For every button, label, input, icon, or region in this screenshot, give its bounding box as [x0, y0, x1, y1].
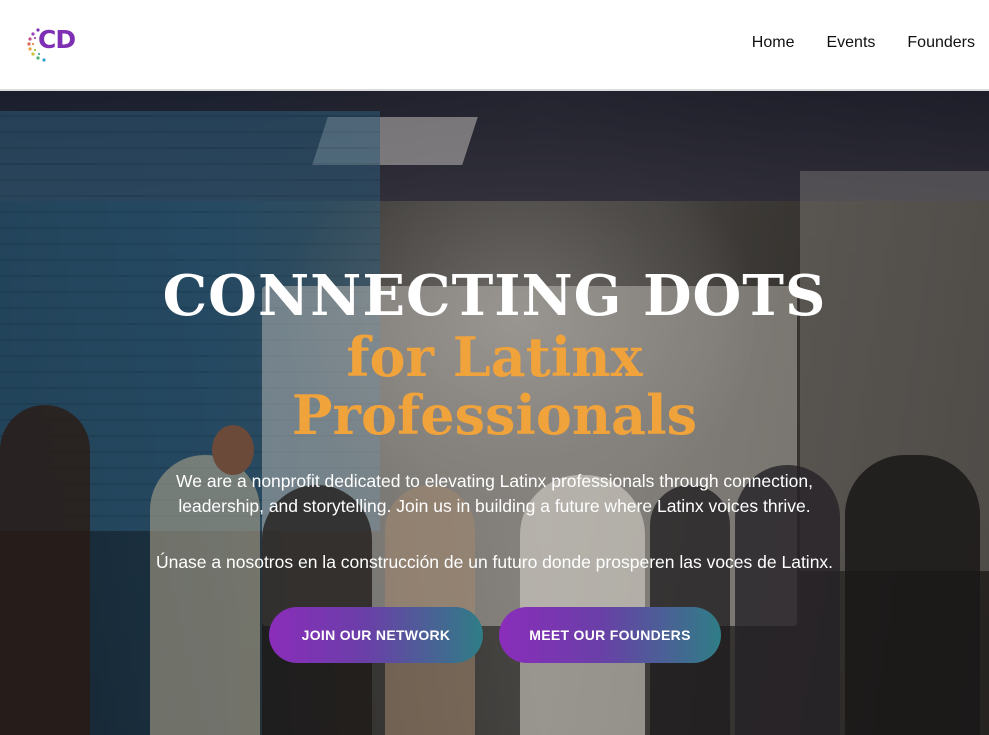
hero-title-line-2: for Latinx: [346, 325, 643, 389]
hero-section: CONNECTING DOTS for Latinx Professionals…: [0, 91, 989, 735]
meet-founders-button[interactable]: MEET OUR FOUNDERS: [499, 607, 721, 663]
hero-description-en: We are a nonprofit dedicated to elevatin…: [176, 471, 813, 516]
nav-founders[interactable]: Founders: [907, 34, 975, 52]
main-nav: Home Events Founders: [752, 34, 975, 52]
photo-person: [0, 405, 90, 735]
site-header: CD Home Events Founders: [0, 0, 989, 91]
photo-person: [845, 455, 980, 735]
logo-text: CD: [38, 25, 76, 54]
nav-events[interactable]: Events: [826, 34, 875, 52]
connecting-dots-logo-icon[interactable]: CD: [24, 22, 80, 66]
nav-home[interactable]: Home: [752, 34, 795, 52]
join-network-button[interactable]: JOIN OUR NETWORK: [269, 607, 483, 663]
hero-description-es: Únase a nosotros en la construcción de u…: [155, 552, 834, 572]
hero-title-line-1: CONNECTING DOTS: [162, 263, 827, 329]
hero-title-line-3: Professionals: [291, 383, 698, 447]
